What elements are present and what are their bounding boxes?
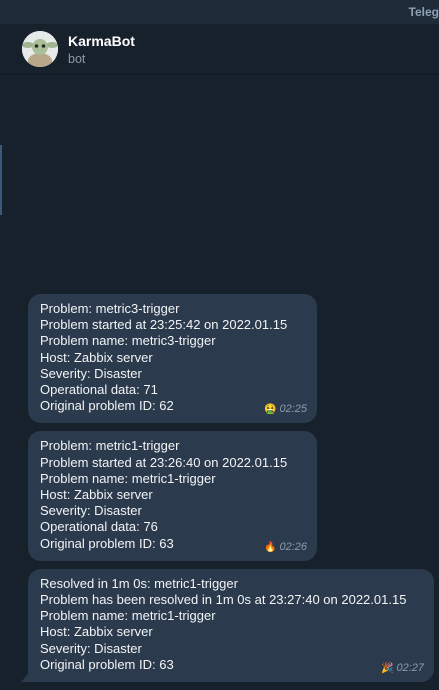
message-line: Problem: metric3-trigger xyxy=(40,301,180,316)
chat-status: bot xyxy=(68,52,86,66)
message-bubble[interactable]: Problem: metric1-trigger Problem started… xyxy=(28,431,317,561)
message-meta: 🔥 02:26 xyxy=(264,541,307,553)
message-time: 02:27 xyxy=(396,662,424,675)
message-line: Host: Zabbix server xyxy=(40,349,153,365)
message-line: Problem started at 23:25:42 on 2022.01.1… xyxy=(40,317,288,333)
message-line: Problem: metric1-trigger xyxy=(40,438,180,454)
message-line: Resolved in 1m 0s: metric1-trigger xyxy=(40,575,238,591)
message-line: Operational data: 71 xyxy=(40,382,158,398)
chat-title: KarmaBot xyxy=(68,33,135,49)
chat-header[interactable]: KarmaBot bot xyxy=(0,24,439,75)
message-line: Host: Zabbix server xyxy=(40,624,153,640)
message-line: Problem started at 23:26:40 on 2022.01.1… xyxy=(40,454,288,470)
message-time: 02:26 xyxy=(279,540,307,553)
app-title: Teleg xyxy=(408,5,439,19)
scroll-indicator xyxy=(0,145,2,215)
message-list[interactable]: Problem: metric3-trigger Problem started… xyxy=(21,294,434,690)
message-line: Operational data: 76 xyxy=(40,519,158,535)
window-titlebar: Teleg xyxy=(0,0,439,24)
baby-yoda-avatar-icon[interactable] xyxy=(22,31,58,67)
message-line: Severity: Disaster xyxy=(40,503,142,519)
sick-face-icon: 🤮 xyxy=(264,404,277,416)
message-time: 02:25 xyxy=(279,403,307,416)
party-popper-icon: 🎉 xyxy=(381,663,394,675)
message-line: Problem name: metric3-trigger xyxy=(40,333,216,349)
message-bubble[interactable]: Problem: metric3-trigger Problem started… xyxy=(28,294,317,424)
message-line: Problem name: metric1-trigger xyxy=(40,470,216,486)
message-bubble[interactable]: Resolved in 1m 0s: metric1-trigger Probl… xyxy=(21,568,434,683)
fire-icon: 🔥 xyxy=(264,541,277,553)
message-line: Problem name: metric1-trigger xyxy=(40,608,216,624)
message-line: Severity: Disaster xyxy=(40,365,142,381)
message-meta: 🎉 02:27 xyxy=(381,662,424,674)
message-meta: 🤮 02:25 xyxy=(264,403,307,415)
message-line: Severity: Disaster xyxy=(40,640,142,656)
message-line: Problem has been resolved in 1m 0s at 23… xyxy=(40,592,407,608)
message-line: Original problem ID: 63 xyxy=(40,656,174,672)
message-line: Host: Zabbix server xyxy=(40,487,153,503)
